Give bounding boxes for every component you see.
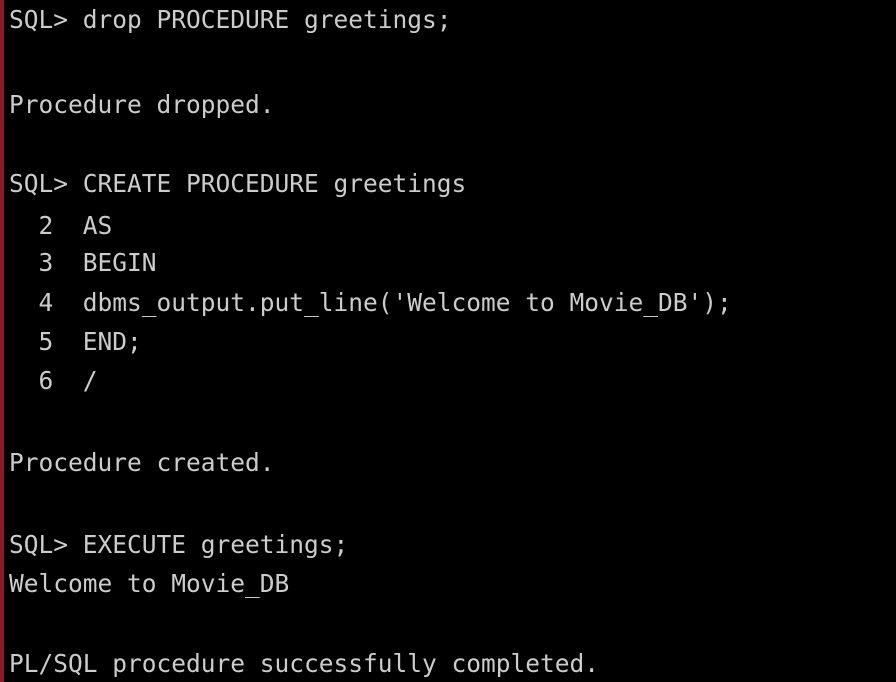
sqlplus-console[interactable]: SQL> drop PROCEDURE greetings; Procedure… xyxy=(9,0,893,682)
console-line-4: 4 dbms_output.put_line('Welcome to Movie… xyxy=(9,288,732,317)
console-line-procedure-dropped: Procedure dropped. xyxy=(9,90,275,119)
window-edge xyxy=(0,0,4,682)
console-line-completed: PL/SQL procedure successfully completed. xyxy=(9,649,600,678)
console-line-procedure-created: Procedure created. xyxy=(9,448,275,477)
console-line-3: 3 BEGIN xyxy=(9,248,157,277)
console-line-5: 5 END; xyxy=(9,327,142,356)
console-line-output: Welcome to Movie_DB xyxy=(9,569,290,598)
console-line-2: 2 AS xyxy=(9,211,113,240)
console-line-create-command: SQL> CREATE PROCEDURE greetings xyxy=(9,169,467,198)
console-line-drop-command: SQL> drop PROCEDURE greetings; xyxy=(9,5,452,34)
console-line-6: 6 / xyxy=(9,366,98,395)
console-line-execute-command: SQL> EXECUTE greetings; xyxy=(9,530,349,559)
